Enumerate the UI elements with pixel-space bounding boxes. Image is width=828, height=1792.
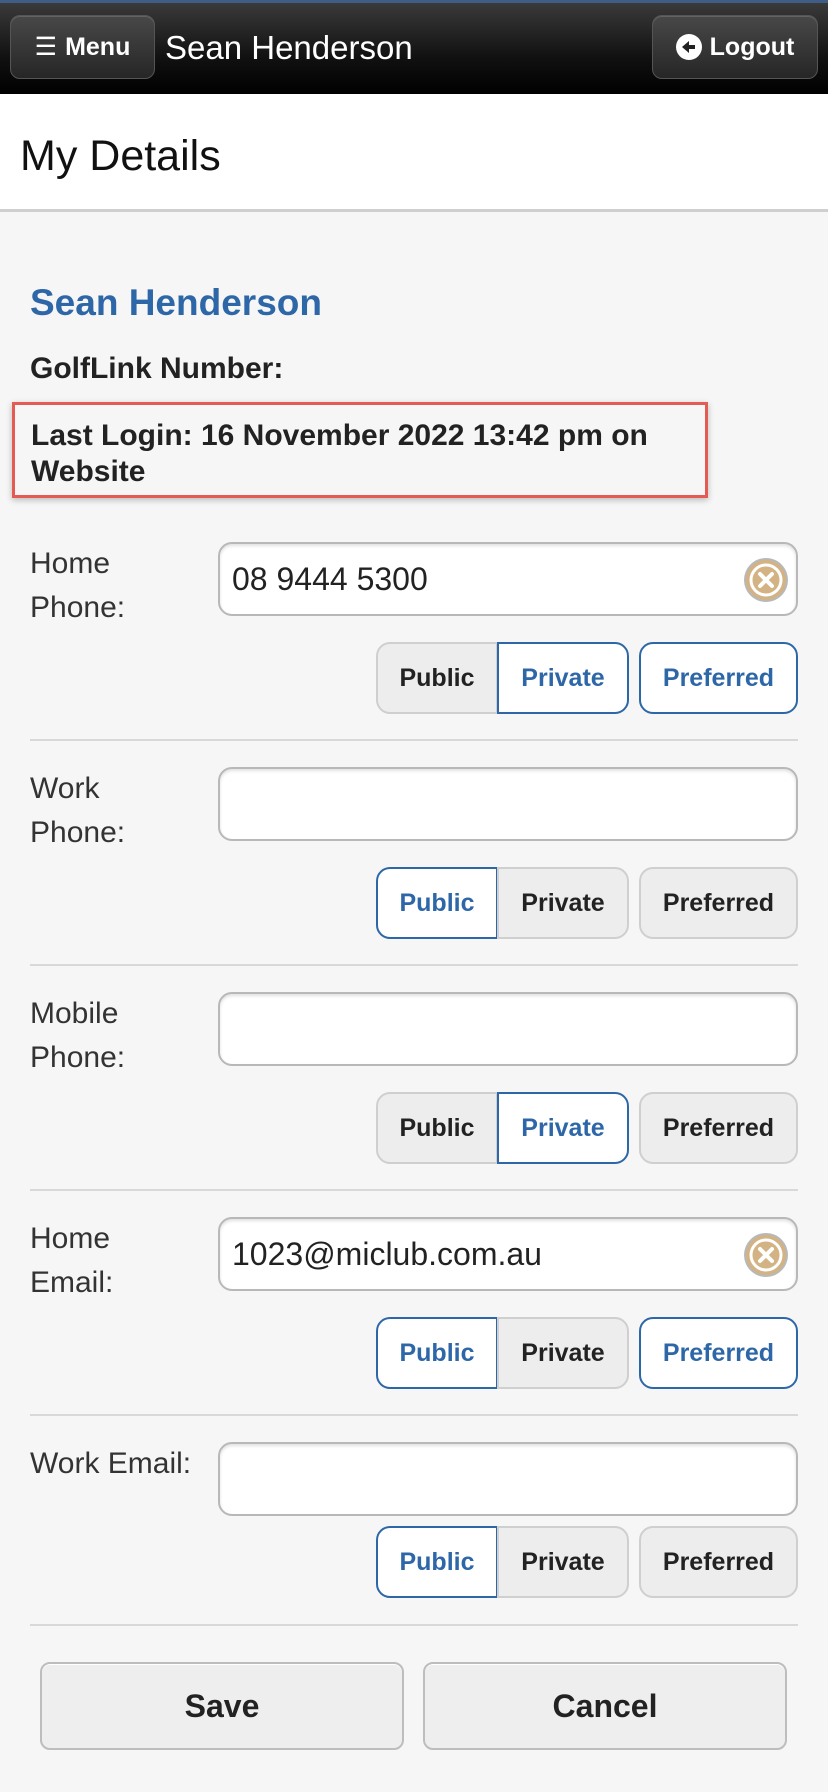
- home-phone-preferred-toggle[interactable]: Preferred: [639, 642, 798, 714]
- clear-icon[interactable]: [746, 1235, 786, 1275]
- mobile-phone-public-toggle[interactable]: Public: [376, 1092, 498, 1164]
- work-email-private-toggle[interactable]: Private: [497, 1526, 629, 1598]
- work-phone-preferred-toggle[interactable]: Preferred: [639, 867, 798, 939]
- menu-label: Menu: [65, 32, 131, 61]
- home-email-input[interactable]: 1023@miclub.com.au: [218, 1217, 798, 1291]
- logout-label: Logout: [709, 32, 795, 61]
- header-title: Sean Henderson: [165, 29, 413, 66]
- home-email-preferred-toggle[interactable]: Preferred: [639, 1317, 798, 1389]
- home-phone-label: Home Phone:: [30, 547, 126, 624]
- divider: [30, 1189, 798, 1191]
- divider: [30, 1624, 798, 1626]
- home-email-public-toggle[interactable]: Public: [376, 1317, 498, 1389]
- title-bar: My Details: [0, 94, 828, 212]
- divider: [30, 964, 798, 966]
- mobile-phone-label: Mobile Phone:: [30, 997, 126, 1074]
- work-phone-label: Work Phone:: [30, 772, 126, 849]
- divider: [30, 739, 798, 741]
- clear-icon[interactable]: [746, 560, 786, 600]
- page-title: My Details: [20, 132, 221, 180]
- golflink-number: GolfLink Number:: [30, 352, 284, 385]
- work-email-preferred-toggle[interactable]: Preferred: [639, 1526, 798, 1598]
- work-phone-input[interactable]: [218, 767, 798, 841]
- member-name: Sean Henderson: [30, 282, 322, 323]
- home-email-value: 1023@miclub.com.au: [232, 1235, 542, 1272]
- logout-icon: [675, 34, 702, 60]
- mobile-phone-input[interactable]: [218, 992, 798, 1066]
- work-email-public-toggle[interactable]: Public: [376, 1526, 498, 1598]
- menu-icon: ☰: [34, 33, 58, 61]
- mobile-phone-private-toggle[interactable]: Private: [497, 1092, 629, 1164]
- work-phone-public-toggle[interactable]: Public: [376, 867, 498, 939]
- menu-button[interactable]: ☰ Menu: [10, 15, 155, 79]
- home-email-label: Home Email:: [30, 1222, 114, 1299]
- home-phone-input[interactable]: 08 9444 5300: [218, 542, 798, 616]
- logout-button[interactable]: Logout: [652, 15, 818, 79]
- home-phone-public-toggle[interactable]: Public: [376, 642, 498, 714]
- work-email-input[interactable]: [218, 1442, 798, 1516]
- last-login-info: Last Login: 16 November 2022 13:42 pm on…: [12, 402, 708, 498]
- work-email-label: Work Email:: [30, 1447, 192, 1480]
- home-phone-private-toggle[interactable]: Private: [497, 642, 629, 714]
- top-bar: ☰ Menu Sean Henderson Logout: [0, 0, 828, 94]
- work-phone-private-toggle[interactable]: Private: [497, 867, 629, 939]
- home-phone-value: 08 9444 5300: [232, 560, 428, 597]
- mobile-phone-preferred-toggle[interactable]: Preferred: [639, 1092, 798, 1164]
- divider: [30, 1414, 798, 1416]
- home-email-private-toggle[interactable]: Private: [497, 1317, 629, 1389]
- save-button[interactable]: Save: [40, 1662, 404, 1750]
- cancel-button[interactable]: Cancel: [423, 1662, 787, 1750]
